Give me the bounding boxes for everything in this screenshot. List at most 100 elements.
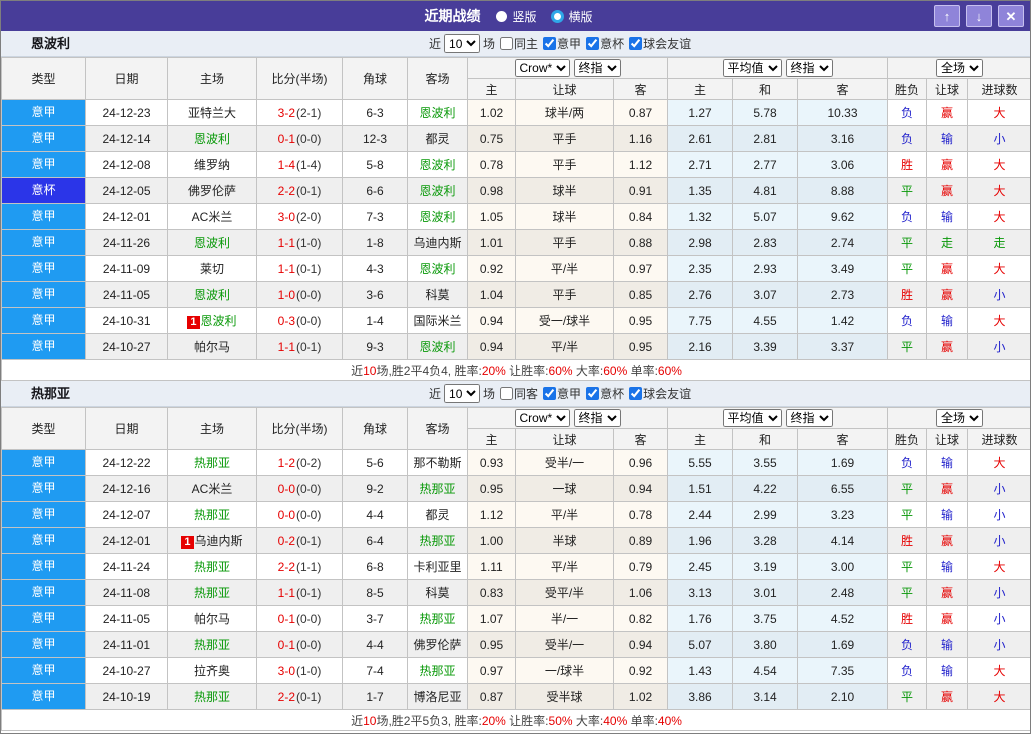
serie-a-checkbox[interactable] bbox=[543, 387, 557, 400]
bookmaker-stage-select[interactable]: 终指 bbox=[573, 59, 621, 77]
handicap-cell: 球半 bbox=[515, 177, 614, 204]
avg-away-cell: 3.00 bbox=[796, 553, 889, 580]
layout-vertical-radio[interactable]: 竖版 bbox=[496, 8, 537, 25]
handicap-cell: 平手 bbox=[515, 281, 614, 308]
home-team-cell: 1 乌迪内斯 bbox=[167, 527, 257, 554]
same-venue-checkbox-label[interactable]: 同客 bbox=[500, 385, 538, 402]
close-button[interactable]: ✕ bbox=[998, 5, 1024, 27]
odds-home-cell: 0.95 bbox=[467, 475, 516, 502]
club-friendly-checkbox-label[interactable]: 球会友谊 bbox=[629, 385, 691, 402]
club-friendly-checkbox-label[interactable]: 球会友谊 bbox=[629, 35, 691, 52]
summary-text: 10 bbox=[363, 713, 377, 728]
corners-cell: 3-6 bbox=[342, 281, 408, 308]
avg-draw-cell: 3.39 bbox=[732, 333, 798, 360]
avg-draw-cell: 3.19 bbox=[732, 553, 798, 580]
sub-header-6: 胜负 bbox=[887, 78, 928, 100]
filter-label-matches: 场 bbox=[483, 37, 496, 51]
odds-away-cell: 0.96 bbox=[613, 449, 668, 476]
col-header-home: 主场 bbox=[167, 57, 257, 100]
italy-cup-checkbox-label[interactable]: 意杯 bbox=[586, 35, 624, 52]
match-count-select[interactable]: 10 bbox=[444, 34, 481, 53]
league-cell: 意甲 bbox=[1, 683, 86, 710]
bookmaker-select[interactable]: Crow* bbox=[514, 409, 570, 427]
section-header: 热那亚 近 10 场 同客 意甲 意杯 球会友谊 bbox=[1, 381, 1030, 407]
result-cell: 胜 bbox=[887, 281, 928, 308]
home-team-name: AC米兰 bbox=[191, 210, 233, 224]
handicap-cell: 半球 bbox=[515, 527, 614, 554]
home-team-name: 热那亚 bbox=[193, 638, 230, 652]
average-stage-select[interactable]: 终指 bbox=[785, 409, 833, 427]
avg-away-cell: 7.35 bbox=[796, 657, 889, 684]
col-header-home: 主场 bbox=[167, 407, 257, 450]
league-cell: 意甲 bbox=[1, 125, 86, 152]
serie-a-checkbox-label[interactable]: 意甲 bbox=[543, 35, 581, 52]
match-row: 意甲 24-12-01 AC米兰 3-0(2-0) 7-3 恩波利 1.05 球半 0.84 1.… bbox=[1, 203, 1030, 230]
move-down-button[interactable]: ↓ bbox=[966, 5, 992, 27]
away-team-cell: 恩波利 bbox=[407, 99, 468, 126]
league-badge: 意甲 bbox=[31, 313, 56, 327]
fulltime-score: 1-1 bbox=[277, 235, 295, 250]
move-up-button[interactable]: ↑ bbox=[934, 5, 960, 27]
same-venue-checkbox-label[interactable]: 同主 bbox=[500, 35, 538, 52]
score-cell: 0-1(0-0) bbox=[256, 631, 343, 658]
club-friendly-checkbox[interactable] bbox=[629, 387, 643, 400]
scope-select[interactable]: 全场 bbox=[936, 409, 984, 427]
average-select[interactable]: 平均值 bbox=[722, 409, 782, 427]
home-team-name: 帕尔马 bbox=[193, 612, 230, 626]
average-stage-select[interactable]: 终指 bbox=[785, 59, 833, 77]
handicap-cell: 平/半 bbox=[515, 333, 614, 360]
score-cell: 1-1(0-1) bbox=[256, 333, 343, 360]
scope-group-header: 全场 bbox=[887, 57, 1030, 79]
goals-result-cell: 大 bbox=[967, 177, 1030, 204]
avg-draw-cell: 4.54 bbox=[732, 657, 798, 684]
away-team-name: 热那亚 bbox=[419, 612, 456, 626]
avg-home-cell: 1.96 bbox=[667, 527, 733, 554]
serie-a-checkbox[interactable] bbox=[543, 37, 557, 50]
score-cell: 1-1(1-0) bbox=[256, 229, 343, 256]
away-team-cell: 恩波利 bbox=[407, 333, 468, 360]
result-cell: 平 bbox=[887, 501, 928, 528]
away-team-name: 佛罗伦萨 bbox=[413, 638, 462, 652]
same-venue-checkbox[interactable] bbox=[500, 37, 514, 50]
col-header-score: 比分(半场) bbox=[256, 407, 343, 450]
league-badge: 意甲 bbox=[31, 611, 56, 625]
italy-cup-checkbox-label[interactable]: 意杯 bbox=[586, 385, 624, 402]
italy-cup-checkbox[interactable] bbox=[586, 387, 600, 400]
italy-cup-checkbox[interactable] bbox=[586, 37, 600, 50]
match-count-select[interactable]: 10 bbox=[444, 384, 481, 403]
away-team-name: 恩波利 bbox=[419, 340, 456, 354]
league-cell: 意甲 bbox=[1, 631, 86, 658]
date-cell: 24-12-16 bbox=[85, 475, 168, 502]
bookmaker-select[interactable]: Crow* bbox=[514, 59, 570, 77]
summary-text: 场,胜2平5负3, 胜率: bbox=[376, 713, 482, 728]
club-friendly-checkbox[interactable] bbox=[629, 37, 643, 50]
col-header-score: 比分(半场) bbox=[256, 57, 343, 100]
corners-cell: 1-7 bbox=[342, 683, 408, 710]
handicap-cell: 平/半 bbox=[515, 553, 614, 580]
layout-horizontal-radio[interactable]: 横版 bbox=[550, 8, 593, 25]
odds-home-cell: 1.05 bbox=[467, 203, 516, 230]
title-bar: 近期战绩 竖版 横版 ↑ ↓ ✕ bbox=[1, 1, 1030, 31]
scope-select[interactable]: 全场 bbox=[936, 59, 984, 77]
same-venue-checkbox[interactable] bbox=[500, 387, 514, 400]
handicap-cell: 受半球 bbox=[515, 683, 614, 710]
home-team-cell: 1 恩波利 bbox=[167, 307, 257, 334]
halftime-score: (0-0) bbox=[296, 481, 322, 496]
goals-result-cell: 小 bbox=[967, 605, 1030, 632]
summary-text: 让胜率: bbox=[505, 363, 549, 378]
handicap-cell: 球半 bbox=[515, 203, 614, 230]
section-team-name: 恩波利 bbox=[31, 36, 71, 51]
fulltime-score: 1-4 bbox=[277, 157, 295, 172]
corners-cell: 7-4 bbox=[342, 657, 408, 684]
avg-home-cell: 3.86 bbox=[667, 683, 733, 710]
serie-a-checkbox-label[interactable]: 意甲 bbox=[543, 385, 581, 402]
bookmaker-stage-select[interactable]: 终指 bbox=[573, 409, 621, 427]
goals-result-cell: 大 bbox=[967, 255, 1030, 282]
league-cell: 意甲 bbox=[1, 281, 86, 308]
date-cell: 24-11-09 bbox=[85, 255, 168, 282]
result-cell: 平 bbox=[887, 475, 928, 502]
odds-home-cell: 0.78 bbox=[467, 151, 516, 178]
avg-draw-cell: 4.55 bbox=[732, 307, 798, 334]
average-select[interactable]: 平均值 bbox=[722, 59, 782, 77]
home-team-name: 乌迪内斯 bbox=[194, 534, 243, 548]
